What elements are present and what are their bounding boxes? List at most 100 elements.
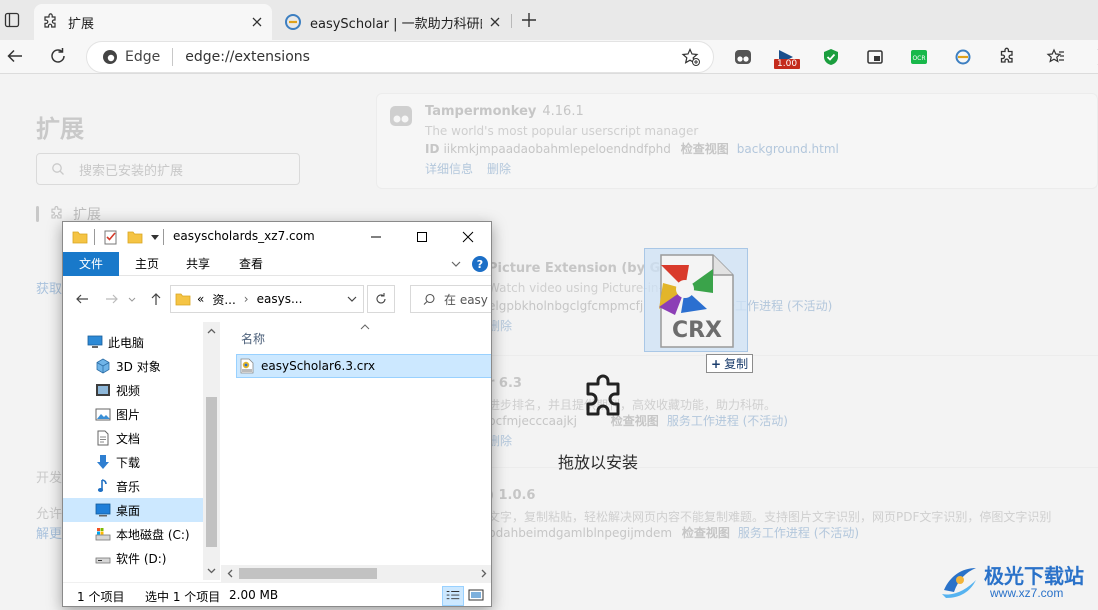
extension-meta: pcfmjecccaajkj 检查视图 服务工作进程 (不活动) bbox=[488, 414, 788, 428]
chevron-down-icon[interactable] bbox=[346, 293, 358, 305]
tab-title: easyScholar | 一款助力科研的浏览 bbox=[310, 16, 482, 32]
browser-toolbar: Edge edge://extensions bbox=[0, 40, 1098, 74]
close-button[interactable] bbox=[445, 222, 491, 252]
tab-actions-icon[interactable] bbox=[4, 12, 20, 28]
new-tab-icon[interactable] bbox=[518, 9, 540, 31]
explorer-titlebar[interactable]: easyscholards_xz7.com bbox=[63, 222, 491, 252]
nav-item-label: 本地磁盘 (C:) bbox=[116, 527, 190, 542]
up-icon[interactable] bbox=[149, 292, 163, 306]
sidebar-link-learn[interactable]: 解更 bbox=[36, 523, 62, 542]
ribbon-tab-view[interactable]: 查看 bbox=[229, 252, 273, 276]
address-brand: Edge bbox=[125, 49, 161, 65]
easyscholar-favicon-icon bbox=[285, 14, 301, 30]
explorer-ribbon: 文件 主页 共享 查看 ? bbox=[63, 252, 491, 276]
scroll-thumb[interactable] bbox=[206, 397, 217, 547]
watermark: 极光下载站 www.xz7.com bbox=[938, 558, 1098, 608]
nav-item-downloads[interactable]: 下载 bbox=[63, 450, 203, 474]
scroll-thumb[interactable] bbox=[239, 568, 377, 579]
chevron-down-icon[interactable] bbox=[450, 258, 462, 270]
explorer-path-input[interactable]: « 资... › easys... bbox=[170, 285, 364, 313]
nav-item-music[interactable]: 音乐 bbox=[63, 474, 203, 498]
nav-item-pictures[interactable]: 图片 bbox=[63, 402, 203, 426]
picture-in-picture-icon[interactable] bbox=[865, 47, 885, 67]
forward-icon[interactable] bbox=[105, 292, 119, 306]
svg-text:OCR: OCR bbox=[912, 55, 925, 62]
properties-icon[interactable] bbox=[103, 229, 119, 245]
scroll-left-icon[interactable] bbox=[225, 568, 236, 579]
back-icon[interactable] bbox=[4, 45, 26, 67]
chevron-down-icon[interactable] bbox=[147, 229, 163, 245]
nav-item-drive-d[interactable]: 软件 (D:) bbox=[63, 546, 203, 570]
browser-essentials-icon[interactable] bbox=[1088, 47, 1098, 67]
chevron-down-icon[interactable] bbox=[127, 292, 137, 306]
tampermonkey-extension-icon[interactable] bbox=[733, 47, 753, 67]
details-link[interactable]: 详细信息 bbox=[425, 162, 473, 176]
nav-item-local-disk[interactable]: 本地磁盘 (C:) bbox=[63, 522, 203, 546]
back-icon[interactable] bbox=[75, 292, 89, 306]
extension-meta: pdahbeimdgamlblnpegijmdem 检查视图 服务工作进程 (不活… bbox=[488, 526, 860, 540]
ribbon-tab-home[interactable]: 主页 bbox=[125, 252, 169, 276]
extensions-search-input[interactable]: 搜索已安装的扩展 bbox=[36, 153, 300, 185]
path-segment[interactable]: easys... bbox=[257, 292, 303, 306]
shield-extension-icon[interactable] bbox=[821, 47, 841, 67]
folder-icon bbox=[175, 293, 191, 306]
nav-item-videos[interactable]: 视频 bbox=[63, 378, 203, 402]
close-tab-icon[interactable] bbox=[250, 15, 264, 29]
maximize-button[interactable] bbox=[399, 222, 445, 252]
extension-name: Tampermonkey 4.16.1 bbox=[425, 104, 584, 119]
address-bar[interactable]: Edge edge://extensions bbox=[86, 41, 714, 73]
nav-item-desktop[interactable]: 桌面 bbox=[63, 498, 203, 522]
svg-text:?: ? bbox=[477, 258, 483, 271]
status-selected-count: 选中 1 个项目 bbox=[145, 590, 221, 604]
minimize-button[interactable] bbox=[353, 222, 399, 252]
refresh-button[interactable] bbox=[367, 285, 395, 313]
close-icon bbox=[462, 231, 474, 243]
nav-item-this-pc[interactable]: 此电脑 bbox=[63, 330, 203, 354]
sidebar-section-allow: 允许 bbox=[36, 507, 63, 522]
extension-actions: 删除 bbox=[488, 432, 526, 449]
copy-label: 复制 bbox=[724, 357, 749, 371]
column-header-name[interactable]: 名称 bbox=[241, 330, 265, 347]
file-row[interactable]: easyScholar6.3.crx bbox=[236, 354, 491, 378]
explorer-search-input[interactable]: 在 easy bbox=[410, 285, 491, 313]
scroll-down-icon[interactable] bbox=[206, 565, 217, 576]
details-view-icon[interactable] bbox=[442, 586, 464, 606]
ribbon-tab-share[interactable]: 共享 bbox=[176, 252, 220, 276]
ocr-extension-icon[interactable]: OCR bbox=[909, 47, 929, 67]
add-favorite-icon[interactable] bbox=[681, 47, 701, 67]
nav-item-label: 文档 bbox=[116, 431, 141, 446]
crx-file-icon: CRX bbox=[659, 254, 734, 348]
ribbon-tab-file[interactable]: 文件 bbox=[63, 252, 119, 276]
nav-item-documents[interactable]: 文档 bbox=[63, 426, 203, 450]
help-icon[interactable]: ? bbox=[471, 255, 489, 273]
remove-link[interactable]: 删除 bbox=[487, 162, 511, 176]
sidebar-link-get[interactable]: 获取 bbox=[36, 278, 62, 297]
scroll-up-icon[interactable] bbox=[206, 326, 217, 337]
puzzle-icon bbox=[51, 206, 62, 219]
nav-pane-scrollbar[interactable] bbox=[203, 322, 220, 580]
tab-easyscholar[interactable]: easyScholar | 一款助力科研的浏览 bbox=[276, 4, 510, 40]
nav-item-3d-objects[interactable]: 3D 对象 bbox=[63, 354, 203, 378]
nav-item-label: 软件 (D:) bbox=[116, 551, 167, 566]
easyscholar-extension-icon[interactable] bbox=[953, 47, 973, 67]
favorites-icon[interactable] bbox=[1046, 47, 1066, 67]
dragged-crx-file[interactable]: CRX bbox=[644, 248, 748, 352]
nav-item-label: 桌面 bbox=[116, 503, 141, 518]
extensions-icon[interactable] bbox=[997, 47, 1017, 67]
drop-to-install-label: 拖放以安装 bbox=[558, 453, 639, 472]
address-url[interactable]: edge://extensions bbox=[185, 49, 681, 65]
aurora-logo-icon bbox=[942, 568, 976, 598]
nav-item-label: 图片 bbox=[116, 407, 141, 422]
3d-objects-icon bbox=[96, 358, 110, 374]
close-tab-icon[interactable] bbox=[488, 15, 502, 29]
path-segment[interactable]: 资... bbox=[212, 291, 235, 308]
new-folder-icon[interactable] bbox=[127, 229, 143, 245]
file-pane-hscrollbar[interactable] bbox=[221, 565, 491, 582]
scroll-right-icon[interactable] bbox=[478, 568, 489, 579]
crx-label: CRX bbox=[672, 318, 722, 343]
search-icon bbox=[423, 293, 435, 305]
large-icons-view-icon[interactable] bbox=[465, 586, 487, 606]
refresh-icon[interactable] bbox=[47, 45, 69, 67]
tab-extensions[interactable]: 扩展 bbox=[34, 4, 272, 40]
nav-item-label: 下载 bbox=[116, 455, 141, 470]
